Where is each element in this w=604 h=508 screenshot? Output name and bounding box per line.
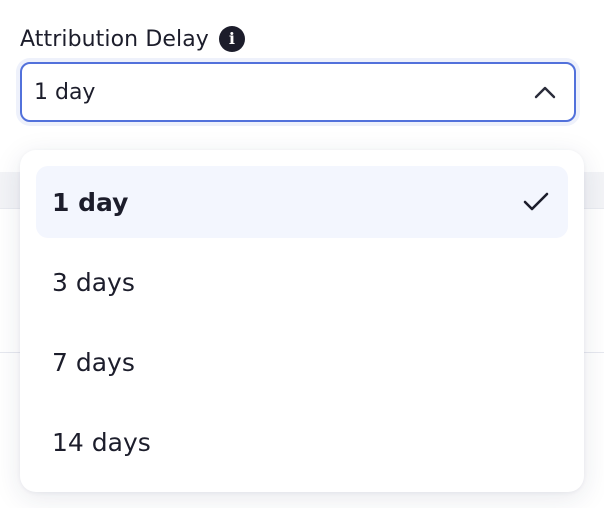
info-icon-glyph: i bbox=[228, 29, 235, 48]
info-icon[interactable]: i bbox=[218, 26, 245, 52]
field-label: Attribution Delay bbox=[20, 26, 209, 52]
attribution-delay-select[interactable]: 1 day bbox=[20, 62, 576, 122]
option-14-days[interactable]: 14 days bbox=[36, 406, 568, 478]
option-1-day[interactable]: 1 day bbox=[36, 166, 568, 238]
dropdown-menu: 1 day 3 days 7 days 14 days bbox=[20, 150, 584, 492]
option-label: 7 days bbox=[52, 347, 135, 377]
field-label-row: Attribution Delay i bbox=[20, 22, 245, 56]
select-value: 1 day bbox=[34, 79, 96, 105]
checkmark-icon bbox=[522, 188, 550, 216]
attribution-delay-panel: Attribution Delay i 1 day 1 day 3 days 7… bbox=[0, 0, 604, 508]
chevron-up-icon[interactable] bbox=[534, 81, 556, 103]
option-7-days[interactable]: 7 days bbox=[36, 326, 568, 398]
option-label: 14 days bbox=[52, 427, 151, 457]
option-label: 3 days bbox=[52, 267, 135, 297]
option-3-days[interactable]: 3 days bbox=[36, 246, 568, 318]
option-label: 1 day bbox=[52, 187, 129, 217]
